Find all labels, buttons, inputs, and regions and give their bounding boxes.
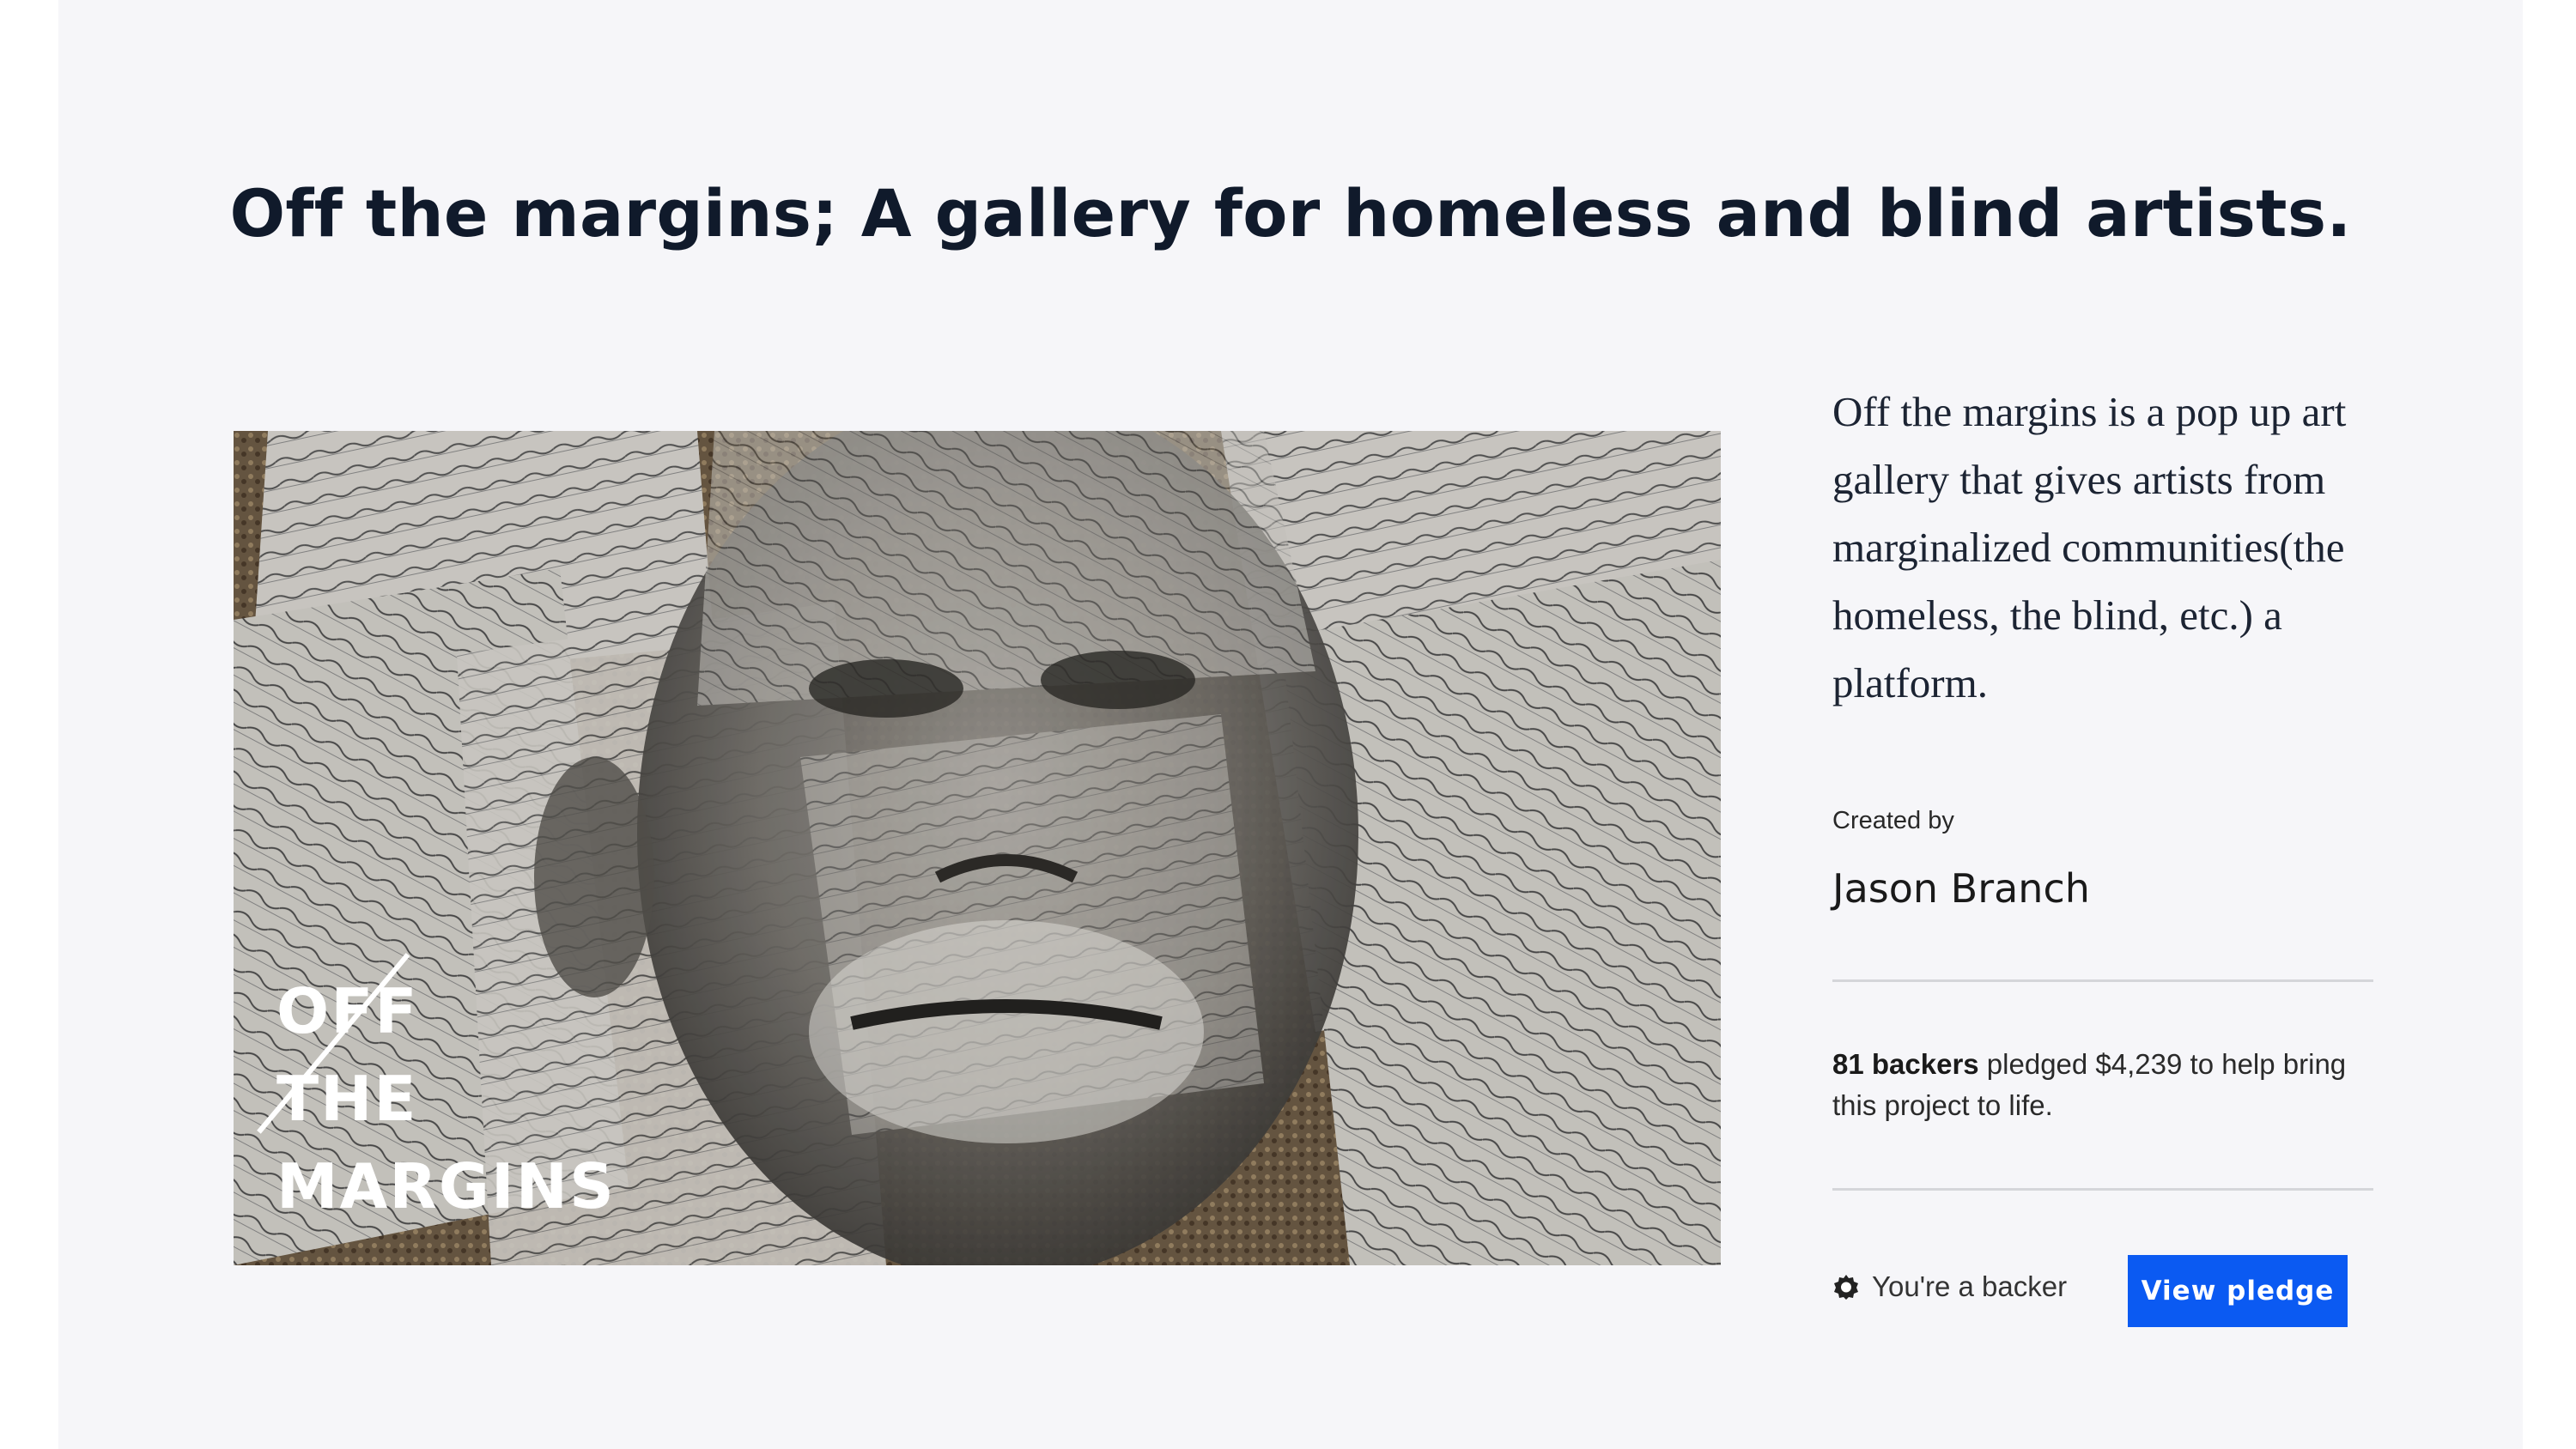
project-video-thumbnail[interactable]: OFF THE MARGINS xyxy=(234,431,1721,1265)
divider xyxy=(1832,979,2373,982)
project-image xyxy=(234,431,1721,1265)
logo-text-margins: MARGINS xyxy=(276,1150,616,1222)
backers-count: 81 backers xyxy=(1832,1048,1979,1080)
backer-status: You're a backer xyxy=(1832,1270,2067,1303)
project-page: Off the margins; A gallery for homeless … xyxy=(58,0,2523,1449)
logo-text-the: THE xyxy=(276,1063,418,1135)
creator-name-link[interactable]: Jason Branch xyxy=(1832,865,2090,912)
project-blurb: Off the margins is a pop up art gallery … xyxy=(1832,388,2347,706)
page-title: Off the margins; A gallery for homeless … xyxy=(229,174,2352,252)
view-pledge-button[interactable]: View pledge xyxy=(2128,1255,2348,1327)
funding-summary: 81 backers pledged $4,239 to help bring … xyxy=(1832,1044,2382,1126)
check-badge-icon xyxy=(1832,1273,1860,1300)
logo-text-off: OFF xyxy=(276,975,419,1047)
divider xyxy=(1832,1188,2373,1191)
backer-status-label: You're a backer xyxy=(1872,1270,2068,1302)
project-sidebar: Off the margins is a pop up art gallery … xyxy=(1832,378,2425,1327)
created-by-label: Created by xyxy=(1832,807,1954,834)
